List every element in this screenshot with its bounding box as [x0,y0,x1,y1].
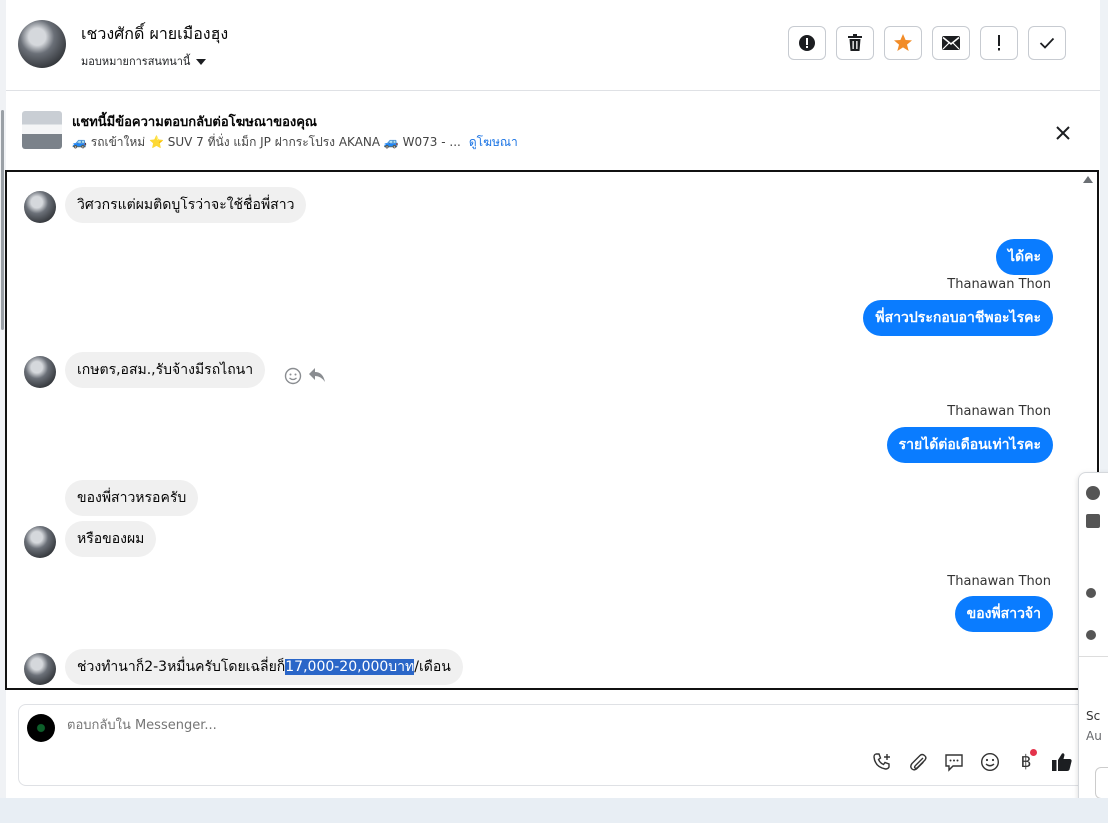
close-icon [1056,126,1070,140]
mark-done-button[interactable] [1028,26,1066,60]
assign-label: มอบหมายการสนทนานี้ [81,55,191,68]
sender-name: Thanawan Thon [947,277,1051,292]
chevron-down-icon [196,59,207,65]
spam-button[interactable] [980,26,1018,60]
chat-icon [945,754,963,772]
message-text: /เดือน [414,659,451,675]
close-banner-button[interactable] [1056,121,1070,145]
contact-avatar-small [24,526,56,558]
phone-add-icon [873,753,890,770]
divider [1079,656,1108,657]
saved-replies-button[interactable] [941,749,967,775]
notification-dot [1030,749,1037,756]
side-popup-row[interactable] [1086,627,1096,641]
message-incoming[interactable]: เกษตร,อสม.,รับจ้างมีรถไถนา [65,352,266,388]
side-popup-row[interactable] [1086,513,1100,528]
emoji-button[interactable] [977,749,1003,775]
message-incoming[interactable]: วิศวกรแต่ผมติดบูโรว่าจะใช้ชื่อพี่สาว [65,187,307,223]
call-button[interactable] [869,749,895,775]
trash-icon [848,34,862,51]
message-hover-actions [284,367,326,385]
thumbnail [1086,513,1100,528]
emoji-react-icon[interactable] [284,367,302,385]
ad-description: 🚙 รถเข้าใหม่ ⭐ SUV 7 ที่นั่ง แม็ก JP ฝาก… [72,135,461,149]
side-popup-subtext: Au [1086,729,1102,743]
side-popup-row[interactable] [1086,585,1096,599]
bottom-bar [0,798,1108,823]
check-icon [1039,37,1055,49]
delete-button[interactable] [836,26,874,60]
exclamation-icon [998,35,1000,51]
star-icon [894,34,912,51]
payment-button[interactable]: ฿ [1013,749,1039,775]
contact-avatar-small [24,191,56,223]
like-icon [1052,753,1072,771]
message-outgoing[interactable]: รายได้ต่อเดือนเท่าไรคะ [886,427,1053,463]
mark-unread-button[interactable] [932,26,970,60]
side-popup-row[interactable] [1086,485,1100,500]
side-popup-button[interactable] [1095,767,1108,799]
assign-conversation[interactable]: มอบหมายการสนทนานี้ [81,52,207,70]
ad-banner-subtitle: 🚙 รถเข้าใหม่ ⭐ SUV 7 ที่นั่ง แม็ก JP ฝาก… [72,133,518,152]
message-thread[interactable]: วิศวกรแต่ผมติดบูโรว่าจะใช้ชื่อพี่สาว ได้… [5,170,1099,690]
reply-icon[interactable] [308,367,326,383]
sender-name: Thanawan Thon [947,404,1051,419]
contact-avatar-small [24,356,56,388]
attach-icon [910,753,927,771]
side-popup: Sc Au [1078,472,1108,814]
ad-banner-title: แชทนี้มีข้อความตอบกลับต่อโฆษณาของคุณ [72,115,317,130]
report-button[interactable] [788,26,826,60]
emoji-icon [980,752,1000,772]
side-popup-text: Sc [1086,709,1101,723]
message-outgoing[interactable]: ได้คะ [995,239,1053,275]
baht-icon: ฿ [1020,752,1032,772]
contact-avatar[interactable] [18,20,66,68]
left-scrollbar[interactable] [1,110,4,330]
ad-reply-banner: แชทนี้มีข้อความตอบกลับต่อโฆษณาของคุณ 🚙 ร… [6,91,1100,169]
selected-text: 17,000-20,000บาท [285,659,415,675]
message-outgoing[interactable]: พี่สาวประกอบอาชีพอะไรคะ [863,300,1053,336]
reply-input[interactable] [65,717,869,734]
contact-name[interactable]: เชวงศักดิ์ ผายเมืองฮุง [81,22,228,47]
composer-toolbar: ฿ [869,749,1075,775]
page-avatar [27,714,55,742]
report-icon [799,35,815,51]
view-ad-link[interactable]: ดูโฆษณา [469,135,518,149]
message-incoming[interactable]: ของพี่สาวหรอครับ [65,480,199,516]
conversation-header: เชวงศักดิ์ ผายเมืองฮุง มอบหมายการสนทนานี… [6,0,1100,91]
avatar [1086,587,1096,598]
message-incoming[interactable]: หรือของผม [65,521,157,557]
contact-avatar-small [24,653,56,685]
avatar [1086,485,1100,500]
sender-name: Thanawan Thon [947,574,1051,589]
attach-button[interactable] [905,749,931,775]
scroll-up-arrow-icon[interactable] [1083,176,1093,183]
ad-thumbnail[interactable] [22,111,62,149]
mail-icon [942,36,960,50]
message-incoming[interactable]: ช่วงทำนาก็2-3หมื่นครับโดยเฉลี่ยก็17,000-… [65,649,463,685]
star-button[interactable] [884,26,922,60]
message-text: ช่วงทำนาก็2-3หมื่นครับโดยเฉลี่ยก็ [77,659,286,675]
like-button[interactable] [1049,749,1075,775]
reply-composer: ฿ [18,704,1086,786]
message-outgoing[interactable]: ของพี่สาวจ้า [954,596,1053,632]
avatar [1086,629,1096,640]
